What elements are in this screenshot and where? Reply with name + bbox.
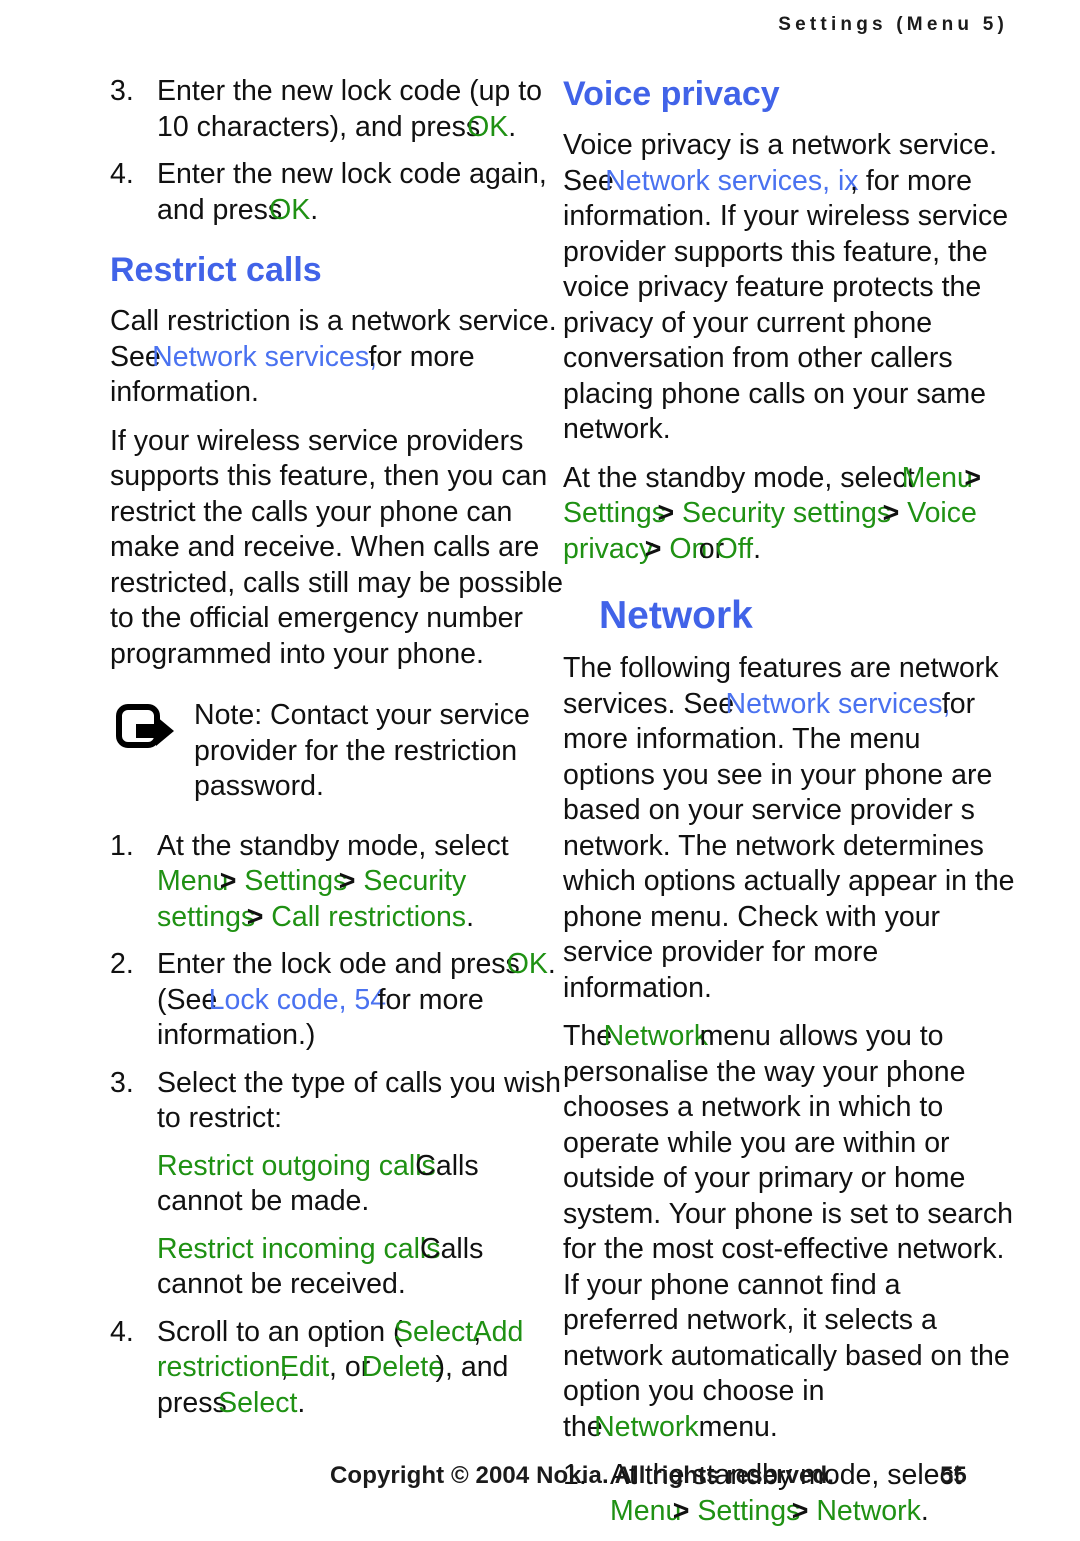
menu-path-item[interactable]: Call restrictions xyxy=(271,901,466,933)
menu-path-separator: > xyxy=(657,497,675,529)
list-text-tail: . xyxy=(466,900,474,933)
paragraph-voice-privacy: Voice privacy is a network service. SeeN… xyxy=(563,128,1018,448)
right-column: Voice privacy Voice privacy is a network… xyxy=(563,74,1018,1541)
paragraph-call-restriction: Call restriction is a network service. S… xyxy=(110,304,565,411)
list-number: 3. xyxy=(110,1066,134,1099)
list-text: At the standby mode, select xyxy=(157,829,509,862)
ui-option-off: Off xyxy=(715,532,754,565)
list-item: 3. Enter the new lock code (up to 10 cha… xyxy=(110,74,565,145)
menu-path-separator: > xyxy=(964,461,981,494)
paragraph-text-tail: for more information. The menu options y… xyxy=(563,687,1015,1004)
ui-term: Select xyxy=(218,1386,298,1419)
copyright-notice: Copyright © 2004 Nokia. All rights reser… xyxy=(330,1462,835,1489)
menu-path-item[interactable]: Settings xyxy=(244,865,347,897)
note-label: Note: xyxy=(194,699,263,731)
ui-term: Select xyxy=(394,1315,474,1348)
list-text-tail: . xyxy=(310,193,319,226)
ui-term: Network xyxy=(594,1410,699,1443)
ui-term: Delete xyxy=(361,1351,445,1383)
list-text-tail: . xyxy=(297,1386,306,1419)
menu-path-separator: > xyxy=(246,900,264,933)
definition-entry: Restrict outgoing callsCalls cannot be m… xyxy=(157,1149,565,1220)
left-column: 3. Enter the new lock code (up to 10 cha… xyxy=(110,74,565,1433)
menu-path-separator: > xyxy=(644,532,662,565)
list-item: 4. Scroll to an option (Select,Add restr… xyxy=(110,1315,565,1422)
ui-term: OK xyxy=(467,110,509,143)
ui-term: OK xyxy=(506,948,548,980)
note-arrow-icon xyxy=(116,704,178,756)
menu-path-separator: > xyxy=(338,865,356,897)
list-number: 4. xyxy=(110,1315,134,1348)
page-body: 3. Enter the new lock code (up to 10 cha… xyxy=(0,74,1080,1527)
page-footer: Copyright © 2004 Nokia. All rights reser… xyxy=(0,1462,1080,1502)
paragraph-text-mid: menu allows you to personalise the way y… xyxy=(563,1020,1013,1443)
paragraph-network-menu: TheNetworkmenu allows you to personalise… xyxy=(563,1019,1018,1445)
paragraph-network-intro: The following features are network servi… xyxy=(563,651,1018,1006)
menu-path-separator: > xyxy=(882,497,900,529)
cross-reference-link[interactable]: Network services, xyxy=(726,688,951,720)
note-callout: Note: Contact your service provider for … xyxy=(110,698,565,805)
paragraph-voice-privacy-steps: At the standby mode, selectMenu> Setting… xyxy=(563,461,1018,568)
list-item: 3. Select the type of calls you wish to … xyxy=(110,1066,565,1137)
paragraph-text-tail: , for more information. If your wireless… xyxy=(563,164,1009,446)
list-text: Scroll to an option ( xyxy=(157,1315,403,1348)
definition-entry: Restrict incoming callsCalls cannot be r… xyxy=(157,1232,565,1303)
menu-path-separator: > xyxy=(219,865,237,897)
section-heading-voice-privacy: Voice privacy xyxy=(563,75,780,113)
menu-path-item[interactable]: Security settings xyxy=(682,497,891,529)
page-number: 55 xyxy=(940,1462,967,1489)
cross-reference-link[interactable]: Network services, xyxy=(152,341,377,373)
cross-reference-link[interactable]: Network services, ix xyxy=(605,165,858,197)
section-heading-restrict-calls: Restrict calls xyxy=(110,251,322,289)
list-number: 3. xyxy=(110,75,134,107)
ui-term: Network xyxy=(603,1020,709,1052)
list-number: 4. xyxy=(110,158,134,190)
list-item: 2. Enter the lock ode and pressOK. (SeeL… xyxy=(110,947,565,1054)
definition-term: Restrict outgoing calls xyxy=(157,1149,436,1182)
ui-term: Edit xyxy=(279,1351,330,1383)
menu-path-item[interactable]: Settings xyxy=(563,497,666,529)
list-text-tail: . xyxy=(508,110,517,143)
list-number: 1. xyxy=(110,829,134,862)
list-text: Enter the new lock code again, and press xyxy=(157,158,547,226)
cross-reference-link[interactable]: Lock code, 54 xyxy=(209,984,386,1016)
menu-path-item[interactable]: Menu xyxy=(902,462,973,494)
ui-term: OK xyxy=(269,193,311,226)
list-text: Enter the lock ode and press xyxy=(157,948,520,980)
section-heading-network: Network xyxy=(599,594,753,637)
list-item: 1. At the standby mode, select Menu> Set… xyxy=(110,829,565,936)
paragraph-text-tail: menu. xyxy=(698,1410,778,1443)
paragraph-text: At the standby mode, select xyxy=(563,461,915,494)
list-text: Select the type of calls you wish to res… xyxy=(157,1066,561,1135)
list-number: 2. xyxy=(110,948,134,980)
note-text: Note: Contact your service provider for … xyxy=(194,699,530,802)
menu-path-item[interactable]: Menu xyxy=(157,865,228,897)
running-header: Settings (Menu 5) xyxy=(778,14,1008,35)
list-item: 4. Enter the new lock code again, and pr… xyxy=(110,157,565,228)
sentence-end: . xyxy=(753,532,762,565)
paragraph-restriction-details: If your wireless service providers suppo… xyxy=(110,424,563,670)
definition-term: Restrict incoming calls xyxy=(157,1232,441,1265)
